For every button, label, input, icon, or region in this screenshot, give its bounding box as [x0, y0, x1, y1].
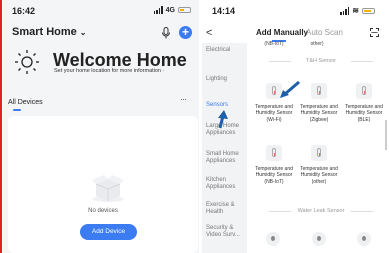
device-tile-nb-iot[interactable] [266, 145, 282, 161]
category-lighting[interactable]: Lighting [206, 76, 246, 83]
home-selector[interactable]: Smart Home ⌄ [12, 26, 87, 38]
more-icon[interactable]: ··· [180, 94, 187, 104]
tab-all-devices[interactable]: All Devices [8, 99, 43, 106]
category-small-home-appliances[interactable]: Small Home Appliances [206, 151, 246, 165]
battery-icon [178, 7, 191, 13]
sun-icon [15, 50, 39, 74]
category-kitchen-appliances[interactable]: Kitchen Appliances [206, 177, 246, 191]
status-bar: 14:14 ≋ [202, 6, 389, 18]
smart-home-screen: 16:42 4G Smart Home ⌄ + Welcome Home Set… [3, 0, 199, 253]
section-water-leak: Water Leak Sensor [257, 208, 385, 214]
add-device-screen: 14:14 ≋ < Add Manually Auto Scan Electri… [202, 0, 389, 253]
device-tile-zigbee[interactable] [311, 83, 327, 99]
scrollbar[interactable] [385, 120, 387, 150]
tab-add-manually[interactable]: Add Manually [256, 28, 308, 37]
thermometer-icon [272, 148, 276, 157]
signal-icon [340, 6, 350, 15]
arrow-pointer-icon [218, 110, 228, 129]
device-nb-iot-partial[interactable]: (NB-IoT) [254, 41, 294, 47]
devices-card: No devices Add Device [8, 116, 198, 253]
thermometer-icon [272, 86, 276, 95]
device-label-nb-iot[interactable]: Temperature and Humidity Sensor (NB-IoT) [254, 166, 294, 185]
welcome-subtitle[interactable]: Set your home location for more informat… [54, 68, 164, 74]
scan-icon[interactable] [370, 28, 379, 37]
arrow-pointer-icon [280, 80, 300, 98]
chevron-down-icon: ⌄ [79, 27, 87, 37]
device-label-zigbee[interactable]: Temperature and Humidity Sensor (Zigbee) [299, 104, 339, 123]
microphone-icon[interactable] [161, 27, 171, 39]
add-device-button[interactable]: Add Device [80, 224, 137, 240]
tab-auto-scan[interactable]: Auto Scan [306, 28, 343, 37]
tab-underline [13, 109, 21, 111]
section-th-sensor: T&H Sensor [257, 58, 385, 64]
status-icons: 4G [153, 6, 191, 14]
chevron-right-icon: › [162, 68, 165, 74]
device-label-other[interactable]: Temperature and Humidity Sensor (other) [299, 166, 339, 185]
water-drop-icon[interactable] [312, 232, 326, 246]
status-bar: 16:42 4G [3, 6, 199, 18]
wifi-icon: ≋ [352, 6, 359, 15]
device-label-wifi[interactable]: Temperature and Humidity Sensor (Wi-Fi) [254, 104, 294, 123]
device-other-partial[interactable]: other) [297, 41, 337, 47]
welcome-subtitle-text: Set your home location for more informat… [54, 68, 161, 74]
signal-icon [153, 6, 163, 14]
device-label-ble[interactable]: Temperature and Humidity Sensor (BLE) [344, 104, 384, 123]
category-sidebar: Electrical Lighting Sensors Large Home A… [202, 43, 247, 253]
status-time: 16:42 [12, 6, 36, 16]
device-tile-ble[interactable] [356, 83, 372, 99]
water-drop-icon[interactable] [266, 232, 280, 246]
thermometer-icon [317, 148, 321, 157]
divider-line [0, 0, 2, 253]
status-time: 14:14 [212, 6, 236, 16]
device-tile-other[interactable] [311, 145, 327, 161]
battery-icon [362, 7, 375, 14]
no-devices-text: No devices [88, 208, 118, 214]
category-sensors[interactable]: Sensors [206, 102, 246, 109]
thermometer-icon [362, 86, 366, 95]
add-icon[interactable]: + [179, 26, 192, 39]
status-icons: ≋ [340, 6, 375, 15]
home-title: Smart Home [12, 26, 77, 38]
thermometer-icon [317, 86, 321, 95]
network-label: 4G [165, 6, 175, 14]
back-button[interactable]: < [206, 27, 212, 39]
category-security-video[interactable]: Security & Video Surv... [206, 225, 246, 239]
empty-box-icon [92, 175, 124, 202]
category-exercise-health[interactable]: Exercise & Health [206, 202, 246, 216]
water-drop-icon[interactable] [357, 232, 371, 246]
category-electrical[interactable]: Electrical [206, 47, 246, 54]
